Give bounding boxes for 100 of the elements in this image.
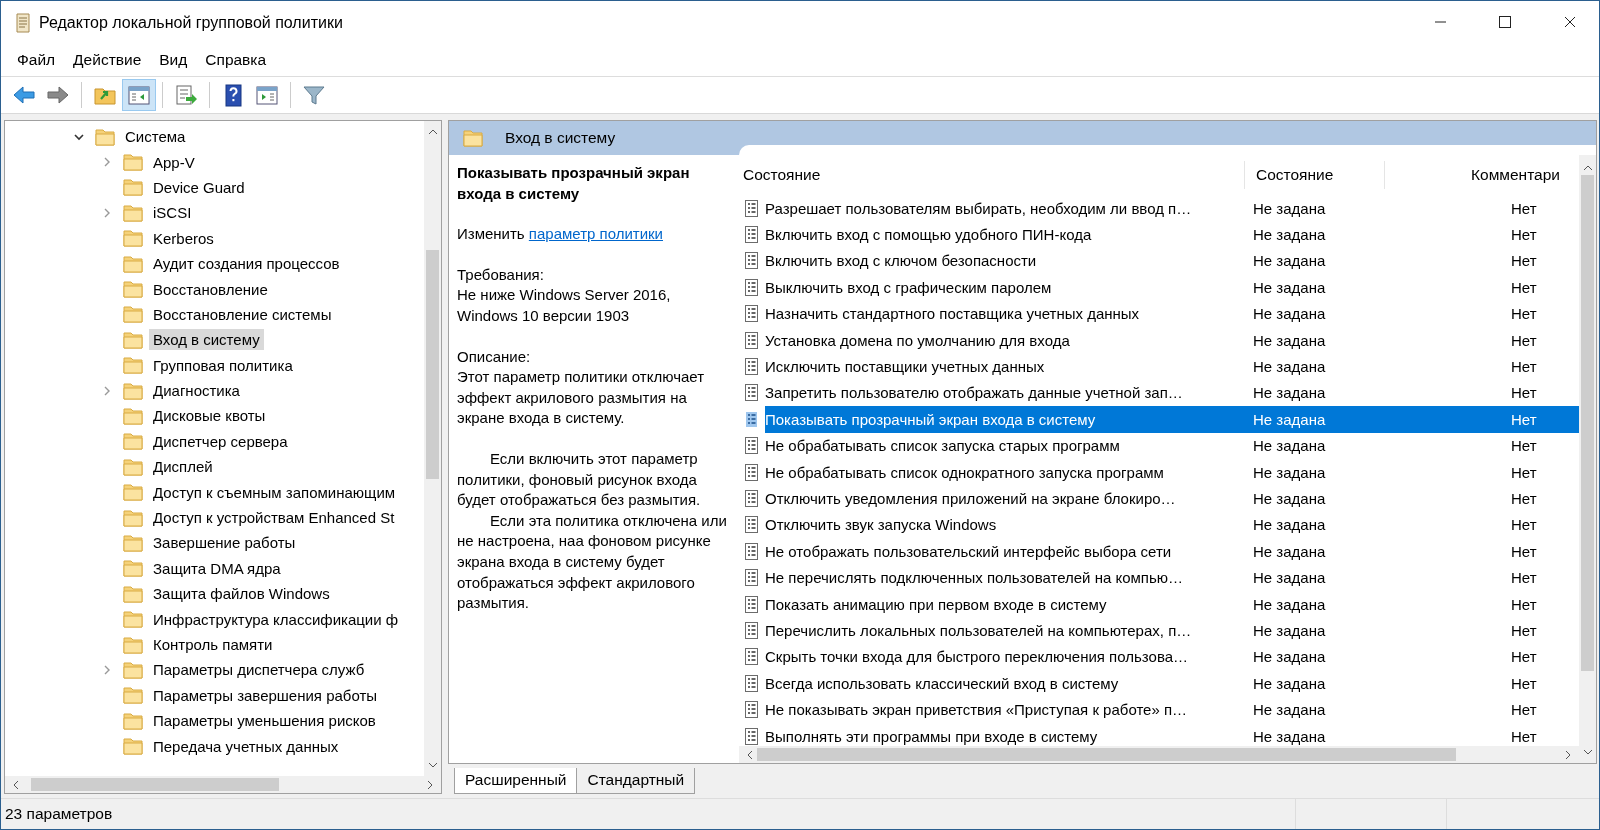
column-header[interactable]: Состояние <box>739 161 1245 189</box>
description-paragraph: Если включить этот параметр политики, фоновый рисунок входа будет отображаться без размытия. <box>457 448 702 511</box>
table-cell-text: Нет <box>1510 225 1538 246</box>
tree-item[interactable]: Восстановление системы <box>149 303 336 325</box>
scrollbar[interactable] <box>739 746 1579 763</box>
table-row[interactable]: Перечислить локальных пользователей на компьютерах, п… Не задана Нет <box>739 617 1579 644</box>
table-row[interactable]: Исключить поставщики учетных данных Не задана Нет <box>739 353 1579 380</box>
table-cell-text: Не задана <box>1252 304 1327 325</box>
document-list-icon <box>743 700 760 720</box>
table-row[interactable]: Не обрабатывать список запуска старых программ Не задана Нет <box>739 432 1579 459</box>
table-cell-text: Нет <box>1510 726 1538 746</box>
table-row[interactable]: Отключить звук запуска Windows Не задана Нет <box>739 511 1579 539</box>
table-cell-text: Не задана <box>1252 673 1327 694</box>
table-row[interactable]: Выключить вход с графическим паролем Не задана Нет <box>739 274 1579 301</box>
folder-icon <box>123 736 143 757</box>
menu-item[interactable]: Файл <box>8 51 65 69</box>
folder-icon <box>123 202 143 223</box>
window-panel-icon <box>255 83 279 107</box>
description-label: Описание: <box>457 346 532 367</box>
table-cell: Нет <box>1385 406 1579 433</box>
folder-icon <box>123 558 143 579</box>
tree-item[interactable]: Завершение работы <box>149 532 300 554</box>
table-cell-text: Нет <box>1510 383 1538 404</box>
tree-item[interactable]: Доступ к съемным запоминающим <box>149 481 400 503</box>
table-cell-text: Нет <box>1510 436 1538 457</box>
scrollbar[interactable] <box>424 121 441 776</box>
folder-icon <box>123 152 143 173</box>
tree-item[interactable]: Передача учетных данных <box>149 735 343 757</box>
table-row[interactable]: Отключить уведомления приложений на экране блокиро… Не задана Нет <box>739 485 1579 512</box>
menu-item[interactable]: Справка <box>196 51 276 69</box>
table-row[interactable]: Показать анимацию при первом входе в систему Не задана Нет <box>739 590 1579 618</box>
table-cell-text: Нет <box>1510 568 1538 589</box>
table-cell-text: Не задана <box>1252 489 1327 509</box>
folder-icon <box>123 406 143 426</box>
tree-item[interactable]: Параметры уменьшения рисков <box>149 710 380 732</box>
tree-item[interactable]: Дисплей <box>149 456 217 478</box>
table-row[interactable]: Не показывать экран приветствия «Приступая к работе» п… Не задана Нет <box>739 696 1579 723</box>
tree-item[interactable]: Аудит создания процессов <box>149 253 344 275</box>
panel-title: Вход в систему <box>505 129 616 147</box>
scrollbar-thumb[interactable] <box>31 778 279 791</box>
table-row[interactable]: Включить вход с ключом безопасности Не задана Нет <box>739 247 1579 275</box>
tree-item[interactable]: Вход в систему <box>149 329 264 351</box>
scroll-icon <box>13 11 33 34</box>
table-row[interactable]: Разрешает пользователям выбирать, необходим ли ввод п… Не задана Нет <box>739 195 1579 222</box>
tree-item[interactable]: Параметры завершения работы <box>149 684 382 706</box>
table-row[interactable]: Не перечислять подключенных пользователей на компью… Не задана Нет <box>739 564 1579 591</box>
tree-item[interactable]: Диспетчер сервера <box>149 430 292 452</box>
scrollbar-thumb[interactable] <box>426 250 439 480</box>
table-cell: Установка домена по умолчанию для входа <box>765 331 1070 349</box>
table-row[interactable]: Всегда использовать классический вход в систему Не задана Нет <box>739 670 1579 697</box>
tree-item[interactable]: Защита DMA ядра <box>149 557 285 579</box>
tree-item[interactable]: App-V <box>149 151 199 173</box>
table-row[interactable]: Не отображать пользовательский интерфейс выбора сети Не задана Нет <box>739 538 1579 565</box>
table-cell: Отключить уведомления приложений на экране блокиро… <box>765 490 1176 507</box>
table-cell-text: Нет <box>1510 647 1538 668</box>
scrollbar-thumb[interactable] <box>757 748 1457 761</box>
table-cell: Скрыть точки входа для быстрого переключения пользова… <box>765 648 1189 666</box>
table-row[interactable]: Включить вход с помощью удобного ПИН-кода Не задана Нет <box>739 221 1579 248</box>
tree-item[interactable]: Контроль памяти <box>149 634 277 655</box>
scrollbar[interactable] <box>1579 155 1596 763</box>
table-cell-text: Нет <box>1510 277 1538 298</box>
tree-item[interactable]: Диагностика <box>149 380 244 402</box>
tree-item[interactable]: Дисковые квоты <box>149 405 270 427</box>
scrollbar-thumb[interactable] <box>1581 175 1594 671</box>
tree-item[interactable]: Параметры диспетчера служб <box>149 659 369 681</box>
table-row[interactable]: Выполнять эти программы при входе в систему Не задана Нет <box>739 722 1579 746</box>
menu-item[interactable]: Вид <box>150 51 197 69</box>
table-cell-text: Не задана <box>1252 647 1327 668</box>
tree-item[interactable]: Device Guard <box>149 176 249 198</box>
view-tab[interactable]: Стандартный <box>576 768 696 794</box>
table-row[interactable]: Назначить стандартного поставщика учетных данных Не задана Нет <box>739 300 1579 327</box>
table-cell: Показывать прозрачный экран входа в систему <box>765 406 1245 433</box>
menu-item[interactable]: Действие <box>64 51 151 69</box>
column-header[interactable]: Комментари <box>1385 161 1579 189</box>
tree-item[interactable]: Инфраструктура классификации ф <box>149 608 403 630</box>
tree-item[interactable]: Система <box>121 126 190 148</box>
scrollbar[interactable] <box>5 776 441 793</box>
folder-icon <box>123 304 143 325</box>
policy-link[interactable]: параметр политики <box>528 225 663 243</box>
view-tab[interactable]: Расширенный <box>454 768 578 794</box>
column-header[interactable]: Состояние <box>1245 161 1385 189</box>
table-row[interactable]: Установка домена по умолчанию для входа Не задана Нет <box>739 326 1579 354</box>
folder-icon <box>123 177 143 198</box>
table-row[interactable]: Скрыть точки входа для быстрого переключения пользова… Не задана Нет <box>739 643 1579 671</box>
tree-item[interactable]: Kerberos <box>149 227 218 249</box>
tree-item[interactable]: Доступ к устройствам Enhanced St <box>149 507 399 529</box>
table-cell: Не показывать экран приветствия «Приступая к работе» п… <box>765 701 1188 719</box>
tree-item[interactable]: Защита файлов Windows <box>149 583 334 605</box>
table-row[interactable]: Запретить пользователю отображать данные учетной зап… Не задана Нет <box>739 379 1579 407</box>
tree-item[interactable]: iSCSI <box>149 202 196 224</box>
table-cell: Отключить звук запуска Windows <box>765 516 997 534</box>
folder-icon <box>123 431 143 452</box>
table-row[interactable]: Не обрабатывать список однократного запуска программ Не задана Нет <box>739 458 1579 486</box>
table-row[interactable]: Показывать прозрачный экран входа в систему Не задана Нет <box>739 406 1579 433</box>
tree-item[interactable]: Восстановление <box>149 278 272 300</box>
table-cell-text: Не задана <box>1252 383 1327 404</box>
tree-item[interactable]: Групповая политика <box>149 354 297 376</box>
document-list-icon <box>743 568 760 588</box>
table-cell-text: Нет <box>1510 515 1538 536</box>
document-list-icon <box>743 515 760 535</box>
